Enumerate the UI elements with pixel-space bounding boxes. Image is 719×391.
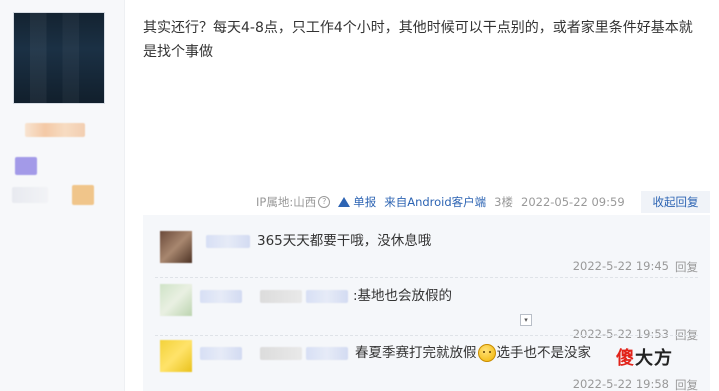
level-badge-blurred (15, 157, 37, 175)
username-blurred[interactable] (25, 123, 85, 137)
avatar[interactable] (13, 12, 105, 104)
sub-username-blurred[interactable] (200, 290, 242, 303)
sub-username-blurred[interactable] (306, 347, 348, 360)
floor-number: 3楼 (494, 195, 513, 209)
client-link[interactable]: 来自Android客户端 (384, 195, 486, 209)
medal-icon-blurred (72, 185, 94, 205)
post-content: 其实还行？每天4-8点，只工作4个小时，其他时候可以干点别的，或者家里条件好基本… (143, 20, 693, 60)
watermark-logo: 傻大方 (616, 344, 673, 370)
user-sidebar (0, 0, 125, 391)
watermark-text: 大方 (635, 348, 673, 369)
sub-username-blurred (260, 290, 302, 303)
watermark-text: 傻 (616, 348, 635, 369)
avatar[interactable] (160, 340, 192, 372)
sub-reply-item: 365天天都要干哦，没休息哦 2022-5-22 19:45 回复 (143, 215, 710, 275)
warning-icon (338, 197, 351, 207)
help-icon[interactable]: ? (318, 196, 331, 208)
sub-reply-item: :基地也会放假的 2022-5-22 19:53 回复 (143, 278, 710, 342)
sub-username-blurred[interactable] (200, 347, 242, 360)
avatar[interactable] (160, 231, 192, 263)
sub-username-blurred[interactable] (206, 235, 250, 248)
collapse-replies-button[interactable]: 收起回复 (641, 191, 710, 213)
ip-location: IP属地:山西 (256, 195, 317, 209)
sub-reply-text: :基地也会放假的 (353, 288, 453, 304)
post-time: 2022-05-22 09:59 (521, 195, 625, 209)
sub-reply-time: 2022-5-22 19:58 (572, 377, 669, 391)
chevron-down-icon[interactable]: ▾ (520, 314, 532, 326)
report-label: 单报 (353, 195, 377, 209)
sub-reply-text-part: 春夏季赛打完就放假 (355, 345, 477, 361)
sub-reply-text-part: 选手也不是没家 (496, 345, 592, 361)
client-source: 来自Android客户端 (384, 194, 486, 210)
reply-button[interactable]: 回复 (675, 377, 698, 391)
post-page: 其实还行？每天4-8点，只工作4个小时，其他时候可以干点别的，或者家里条件好基本… (0, 0, 719, 391)
sub-reply-text: 365天天都要干哦，没休息哦 (257, 233, 432, 249)
sub-reply-time: 2022-5-22 19:45 (572, 259, 669, 273)
reply-button[interactable]: 回复 (675, 259, 698, 275)
sub-reply-text: 春夏季赛打完就放假 选手也不是没家 (355, 344, 591, 362)
report-button[interactable]: 单报 (338, 194, 376, 210)
sub-username-blurred (260, 347, 302, 360)
avatar[interactable] (160, 284, 192, 316)
post-meta: IP属地:山西 ? 单报 来自Android客户端 3楼 2022-05-22 … (256, 193, 625, 211)
emoji-icon (477, 344, 496, 362)
title-badge-blurred (12, 187, 48, 203)
sub-username-blurred[interactable] (306, 290, 348, 303)
